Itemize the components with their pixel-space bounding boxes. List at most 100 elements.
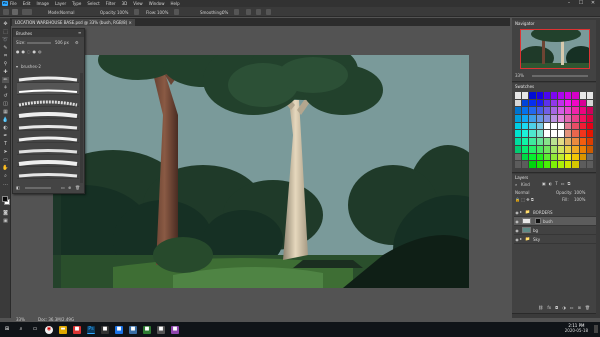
color-swatch[interactable] <box>572 115 579 122</box>
pressure-opacity-icon[interactable] <box>134 9 139 15</box>
color-swatch[interactable] <box>529 107 536 115</box>
app-icon[interactable]: ■ <box>73 325 81 334</box>
navigator-zoom-value[interactable]: 33% <box>515 74 524 78</box>
color-swatch[interactable] <box>586 153 593 161</box>
visibility-eye-icon[interactable]: ◉ <box>514 228 520 233</box>
layer-opacity-input[interactable]: 100% <box>574 191 585 195</box>
clone-stamp-tool-icon[interactable]: ⚘ <box>2 85 9 91</box>
color-swatch[interactable] <box>522 130 529 138</box>
recent-brush-icon[interactable]: ● <box>33 50 37 59</box>
color-swatch[interactable] <box>550 99 558 107</box>
app-icon[interactable]: ■ <box>171 325 179 334</box>
new-group-icon[interactable]: ▭ <box>570 306 574 312</box>
color-swatch[interactable] <box>529 138 536 145</box>
eyedropper-tool-icon[interactable]: ⚲ <box>2 61 9 67</box>
color-swatch[interactable] <box>565 145 572 153</box>
color-swatch[interactable] <box>529 99 536 107</box>
delete-layer-icon[interactable]: 🗑 <box>585 306 590 312</box>
quick-mask-icon[interactable]: ◙ <box>2 210 9 216</box>
document-tab[interactable]: LOCATION WAREHOUSE BASE.psd @ 33% (bush,… <box>12 19 135 26</box>
new-layer-icon[interactable]: ⊞ <box>578 306 581 312</box>
adjustment-layer-icon[interactable]: ◑ <box>562 306 566 312</box>
color-swatch[interactable] <box>550 145 558 153</box>
zoom-tool-icon[interactable]: ⌕ <box>2 173 9 179</box>
color-swatch[interactable] <box>550 130 558 138</box>
color-swatch[interactable] <box>543 145 550 153</box>
color-swatch[interactable] <box>536 138 543 145</box>
marquee-tool-icon[interactable]: ⬚ <box>2 29 9 35</box>
color-swatch[interactable] <box>543 122 550 130</box>
search-icon[interactable]: ⌕ <box>17 326 25 334</box>
color-swatch[interactable] <box>586 130 593 138</box>
color-swatch[interactable] <box>579 99 586 107</box>
color-swatch[interactable] <box>572 107 579 115</box>
path-selection-tool-icon[interactable]: ➤ <box>2 149 9 155</box>
fill-input[interactable]: 100% <box>574 198 585 202</box>
layer-row-selected[interactable]: ◉ bush <box>514 217 596 226</box>
color-swatch[interactable] <box>558 122 565 130</box>
brush-stroke-preview[interactable] <box>17 119 79 131</box>
new-group-icon[interactable]: ▭ <box>61 186 65 190</box>
brushes-scrollbar[interactable] <box>80 73 83 183</box>
app-icon[interactable]: ■ <box>101 325 109 334</box>
color-swatch[interactable] <box>550 161 558 168</box>
menu-image[interactable]: Image <box>36 1 49 6</box>
color-swatch[interactable] <box>579 122 586 130</box>
type-filter-icon[interactable]: T <box>555 182 557 187</box>
color-swatch[interactable] <box>543 107 550 115</box>
shape-tool-icon[interactable]: ▭ <box>2 157 9 163</box>
color-swatch[interactable] <box>515 115 522 122</box>
color-swatch[interactable] <box>522 107 529 115</box>
color-swatch[interactable] <box>550 138 558 145</box>
navigator-zoom-slider[interactable] <box>532 75 588 77</box>
color-swatch[interactable] <box>579 115 586 122</box>
color-swatch[interactable] <box>550 115 558 122</box>
color-swatch[interactable] <box>586 107 593 115</box>
color-swatch[interactable] <box>579 107 586 115</box>
hand-tool-icon[interactable]: ✋ <box>2 165 9 171</box>
color-swatch[interactable] <box>522 138 529 145</box>
color-swatch[interactable] <box>572 145 579 153</box>
color-swatch[interactable] <box>558 115 565 122</box>
color-swatch[interactable] <box>586 92 593 99</box>
app-icon[interactable]: ■ <box>143 325 151 334</box>
color-swatch[interactable] <box>572 92 579 99</box>
color-swatch[interactable] <box>579 153 586 161</box>
recent-brush-icon[interactable]: ● <box>22 50 26 59</box>
color-swatch[interactable] <box>579 92 586 99</box>
close-button[interactable]: ✕ <box>588 0 598 7</box>
airbrush-icon[interactable] <box>174 9 179 15</box>
shape-filter-icon[interactable]: ▭ <box>561 182 565 187</box>
brush-preset-picker[interactable] <box>22 9 32 15</box>
color-swatch[interactable] <box>536 153 543 161</box>
color-swatch[interactable] <box>550 107 558 115</box>
color-swatch[interactable] <box>558 99 565 107</box>
color-swatch[interactable] <box>572 130 579 138</box>
visibility-eye-icon[interactable]: ◉ <box>514 219 520 224</box>
color-swatch[interactable] <box>515 130 522 138</box>
app-icon[interactable]: ■ <box>157 325 165 334</box>
link-layers-icon[interactable]: ⛓ <box>538 306 543 312</box>
brush-stroke-preview[interactable] <box>17 143 79 155</box>
pen-tool-icon[interactable]: ✒ <box>2 133 9 139</box>
color-swatch[interactable] <box>529 122 536 130</box>
minimize-button[interactable]: – <box>564 0 574 7</box>
color-swatch[interactable] <box>572 161 579 168</box>
color-swatch[interactable] <box>572 122 579 130</box>
foreground-color-swatch[interactable] <box>2 196 8 202</box>
menu-filter[interactable]: Filter <box>106 1 116 6</box>
quick-select-tool-icon[interactable]: ✎ <box>2 45 9 51</box>
brush-stroke-preview[interactable] <box>17 71 79 83</box>
color-swatch[interactable] <box>529 153 536 161</box>
gear-icon[interactable] <box>234 9 239 15</box>
new-brush-icon[interactable]: ⊕ <box>68 186 71 190</box>
menu-type[interactable]: Type <box>72 1 81 6</box>
navigator-thumbnail[interactable] <box>520 29 590 69</box>
color-swatch[interactable] <box>515 99 522 107</box>
healing-brush-tool-icon[interactable]: ✚ <box>2 69 9 75</box>
color-swatch[interactable] <box>579 130 586 138</box>
color-swatch[interactable] <box>586 138 593 145</box>
type-tool-icon[interactable]: T <box>2 141 9 147</box>
dodge-tool-icon[interactable]: ◐ <box>2 125 9 131</box>
menu-file[interactable]: File <box>10 1 17 6</box>
